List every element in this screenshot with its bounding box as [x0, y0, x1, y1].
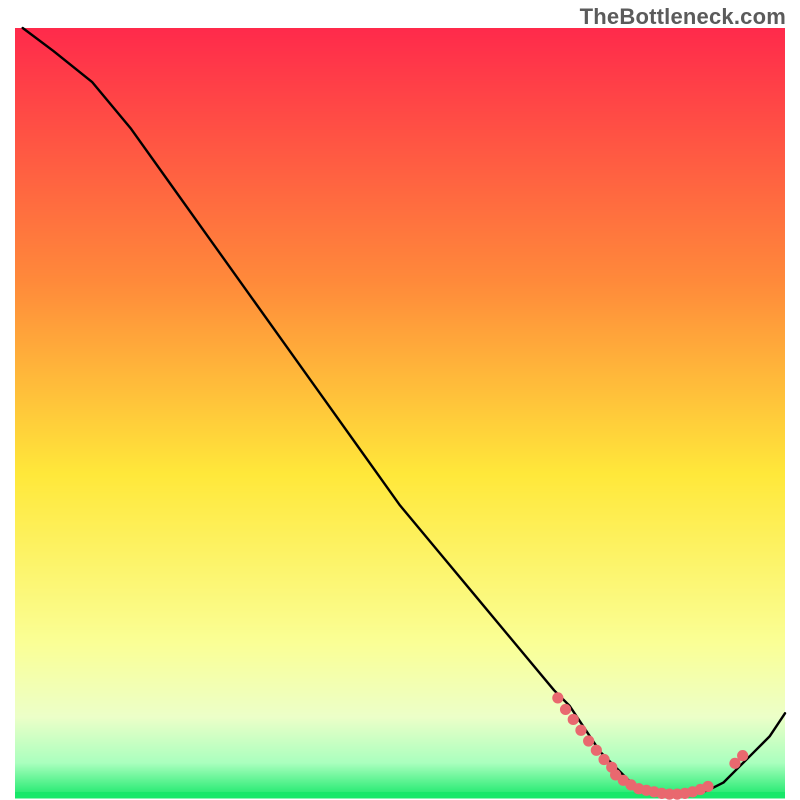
watermark-text: TheBottleneck.com — [580, 4, 786, 30]
highlight-dot — [583, 735, 594, 746]
chart-stage: TheBottleneck.com — [0, 0, 800, 800]
highlight-dot — [560, 704, 571, 715]
highlight-dot — [702, 781, 713, 792]
highlight-dot — [737, 750, 748, 761]
highlight-dot — [568, 714, 579, 725]
highlight-dot — [591, 745, 602, 756]
highlight-dot — [552, 692, 563, 703]
highlight-dot — [575, 725, 586, 736]
bottleneck-chart — [0, 0, 800, 800]
